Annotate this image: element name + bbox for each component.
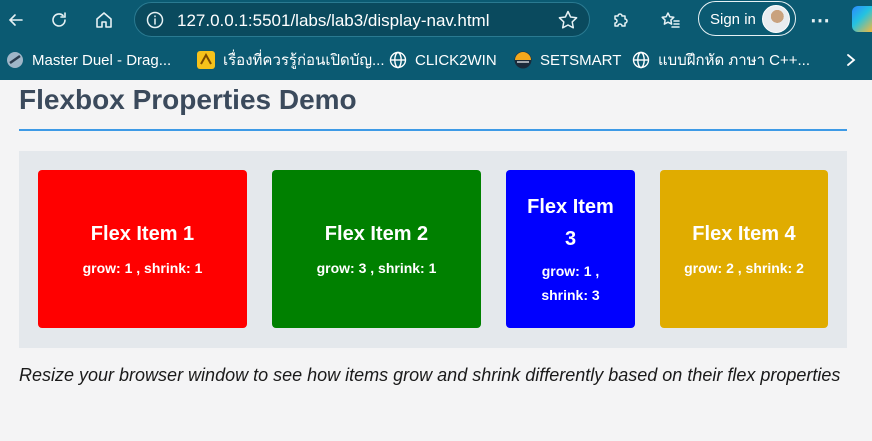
title-divider: [19, 129, 847, 131]
bookmarks-overflow-button[interactable]: [844, 50, 858, 70]
bookmark-cpp[interactable]: แบบฝึกหัด ภาษา C++...: [632, 50, 810, 70]
instructions-text: Resize your browser window to see how it…: [19, 365, 841, 385]
browser-toolbar: 127.0.0.1:5501/labs/lab3/display-nav.htm…: [0, 0, 872, 40]
flex-item-props: grow: 2 , shrink: 2: [684, 260, 804, 276]
flex-item-2: Flex Item 2 grow: 3 , shrink: 1: [272, 170, 481, 328]
flex-item-title: Flex Item 4: [692, 223, 796, 245]
site-info-icon[interactable]: [145, 10, 165, 30]
puzzle-icon: [614, 13, 628, 27]
chevron-right-icon: [847, 54, 856, 66]
avatar: [762, 5, 790, 33]
sign-in-button[interactable]: Sign in: [698, 1, 796, 36]
flex-item-props: grow: 1 , shrink: 3: [541, 263, 600, 303]
star-icon[interactable]: [557, 9, 579, 31]
more-icon: ⋯: [810, 9, 830, 32]
flex-item-title: Flex Item 3: [527, 196, 614, 250]
bookmark-click2win[interactable]: CLICK2WIN: [389, 50, 497, 70]
reload-button[interactable]: [45, 6, 73, 34]
flex-item-props: grow: 3 , shrink: 1: [316, 260, 437, 276]
bookmark-label: แบบฝึกหัด ภาษา C++...: [658, 52, 811, 69]
game-icon: [6, 51, 24, 69]
flex-item-1: Flex Item 1 grow: 1 , shrink: 1: [38, 170, 247, 328]
flex-item-3: Flex Item 3 grow: 1 , shrink: 3: [506, 170, 635, 328]
bookmark-label: SETSMART: [540, 51, 622, 69]
bank-icon: [197, 51, 215, 69]
globe-icon: [632, 51, 650, 69]
favorites-button[interactable]: [657, 6, 685, 34]
copilot-icon[interactable]: [852, 6, 872, 32]
flex-item-props: grow: 1 , shrink: 1: [82, 260, 203, 276]
flex-item-title: Flex Item 1: [90, 223, 195, 245]
home-button[interactable]: [90, 6, 118, 34]
bookmarks-bar: Master Duel - Drag... เรื่องที่ควรรู้ก่อ…: [0, 40, 872, 80]
set-logo-icon: [514, 51, 532, 69]
bookmark-label: CLICK2WIN: [415, 51, 497, 69]
more-menu-button[interactable]: ⋯: [806, 6, 834, 34]
address-url[interactable]: 127.0.0.1:5501/labs/lab3/display-nav.htm…: [177, 11, 490, 31]
flex-item-title: Flex Item 2: [324, 223, 429, 245]
page-title: Flexbox Properties Demo: [19, 84, 357, 115]
page-content: Flexbox Properties Demo Flex Item 1 grow…: [0, 80, 872, 441]
bookmark-master-duel[interactable]: Master Duel - Drag...: [6, 50, 171, 70]
globe-icon: [389, 51, 407, 69]
favorites-list-icon: [661, 12, 680, 28]
flex-item-4: Flex Item 4 grow: 2 , shrink: 2: [660, 170, 828, 328]
bookmark-bank[interactable]: เรื่องที่ควรรู้ก่อนเปิดบัญ...: [197, 50, 385, 70]
flex-container: Flex Item 1 grow: 1 , shrink: 1 Flex Ite…: [19, 151, 847, 348]
arrow-left-icon: [8, 14, 23, 26]
sign-in-label: Sign in: [710, 11, 756, 28]
bookmark-setsmart[interactable]: SETSMART: [514, 50, 621, 70]
extensions-button[interactable]: [607, 6, 635, 34]
reload-icon: [52, 12, 66, 27]
back-button[interactable]: [2, 6, 30, 34]
home-icon: [96, 12, 112, 28]
address-bar[interactable]: 127.0.0.1:5501/labs/lab3/display-nav.htm…: [134, 2, 590, 37]
bookmark-label: เรื่องที่ควรรู้ก่อนเปิดบัญ...: [223, 52, 385, 69]
bookmark-label: Master Duel - Drag...: [32, 51, 172, 69]
